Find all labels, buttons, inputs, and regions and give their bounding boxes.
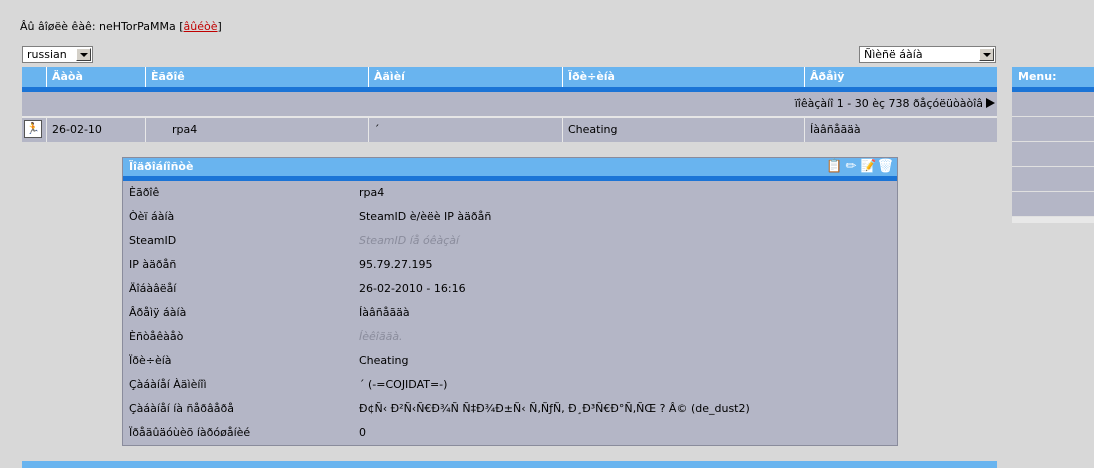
detail-row-length: Âðåìÿ áàíà Íàâñåãäà [129, 306, 410, 319]
row-admin: ´ [368, 118, 562, 142]
row-length: Íàâñåãäà [804, 118, 997, 142]
game-mod-icon [24, 117, 42, 141]
menu-footer [1012, 217, 1094, 223]
user-status-text: Âû âîøëè êàê: neHTorPaMMa [20, 20, 176, 33]
column-header-reason[interactable]: Ïðè÷èíà [562, 67, 804, 87]
row-date: 26-02-10 [46, 118, 145, 142]
detail-row-expires: Èñòåêàåò Íèêîãäà. [129, 330, 403, 343]
comment-icon[interactable]: 📋 [826, 159, 842, 175]
details-header: Ïîäðîáíîñòè 📋 ✏ 📝 🗑 [123, 158, 897, 181]
edit-icon[interactable]: ✏ [843, 159, 859, 175]
menu-title: Menu: [1012, 67, 1094, 92]
user-status-line: Âû âîøëè êàê: neHTorPaMMa [âûéòè] [20, 20, 222, 33]
column-header-date[interactable]: Äàòà [46, 67, 145, 87]
ban-details-panel: Ïîäðîáíîñòè 📋 ✏ 📝 🗑 Èãðîê rpa4 Òèï áàíà St… [122, 157, 898, 446]
detail-row-previous: Ïðåäûäóùèõ íàðóøåíèé 0 [129, 426, 366, 439]
detail-row-server: Çàáàíåí íà ñåðâåðå Ð¢Ñ‹ Ð²Ñ‹Ñ€Ð¾Ñ Ñ‡Ð¾Ð±Ñ… [129, 402, 750, 415]
next-row-header-strip [22, 461, 997, 468]
pagination-text: ïîêàçàíî 1 - 30 èç 738 ðåçóëüòàòîâ [794, 97, 983, 110]
chevron-down-icon[interactable] [979, 48, 994, 61]
search-type-select[interactable]: Ñìèñë áàíà [859, 46, 996, 63]
column-header-admin[interactable]: Àäìèí [368, 67, 562, 87]
chevron-down-icon[interactable] [76, 48, 91, 61]
logout-link[interactable]: âûéòè [184, 20, 218, 33]
detail-row-steamid: SteamID SteamID íå óêàçàí [129, 234, 460, 247]
row-flag-cell [22, 117, 46, 142]
column-header-flag [22, 67, 46, 87]
table-header: Äàòà Èãðîê Àäìèí Ïðè÷èíà Âðåìÿ [22, 67, 997, 92]
next-page-icon[interactable] [986, 98, 995, 108]
detail-row-banned-by: Çàáàíåí Àäìèíîì ´ (-=COJIDAT=-) [129, 378, 448, 391]
search-type-select-value: Ñìèñë áàíà [864, 48, 923, 61]
detail-row-ban-type: Òèï áàíà SteamID è/èëè IP àäðåñ [129, 210, 492, 223]
language-select-value: russian [27, 48, 67, 61]
detail-row-added: Äîáàâëåí 26-02-2010 - 16:16 [129, 282, 466, 295]
detail-row-reason: Ïðè÷èíà Cheating [129, 354, 409, 367]
column-header-length[interactable]: Âðåìÿ [804, 67, 997, 87]
detail-row-player: Èãðîê rpa4 [129, 186, 385, 199]
detail-row-ip: IP àäðåñ 95.79.27.195 [129, 258, 433, 271]
bans-table: Äàòà Èãðîê Àäìèí Ïðè÷èíà Âðåìÿ ïîêàçàíî … [22, 67, 997, 142]
column-header-player[interactable]: Èãðîê [145, 67, 368, 87]
menu-item[interactable] [1012, 142, 1094, 167]
menu-item[interactable] [1012, 117, 1094, 142]
menu-item[interactable] [1012, 192, 1094, 217]
side-menu: Menu: [1012, 67, 1094, 223]
details-title: Ïîäðîáíîñòè [129, 160, 194, 173]
row-player: rpa4 [145, 118, 368, 142]
details-actions: 📋 ✏ 📝 🗑 [826, 159, 894, 175]
table-row[interactable]: 26-02-10 rpa4 ´ Cheating Íàâñåãäà [22, 117, 997, 142]
row-reason: Cheating [562, 118, 804, 142]
menu-item[interactable] [1012, 92, 1094, 117]
pagination-bar: ïîêàçàíî 1 - 30 èç 738 ðåçóëüòàòîâ [22, 92, 997, 118]
unban-icon[interactable]: 📝 [860, 159, 876, 175]
delete-icon[interactable]: 🗑 [877, 159, 894, 175]
menu-item[interactable] [1012, 167, 1094, 192]
language-select[interactable]: russian [22, 46, 93, 63]
